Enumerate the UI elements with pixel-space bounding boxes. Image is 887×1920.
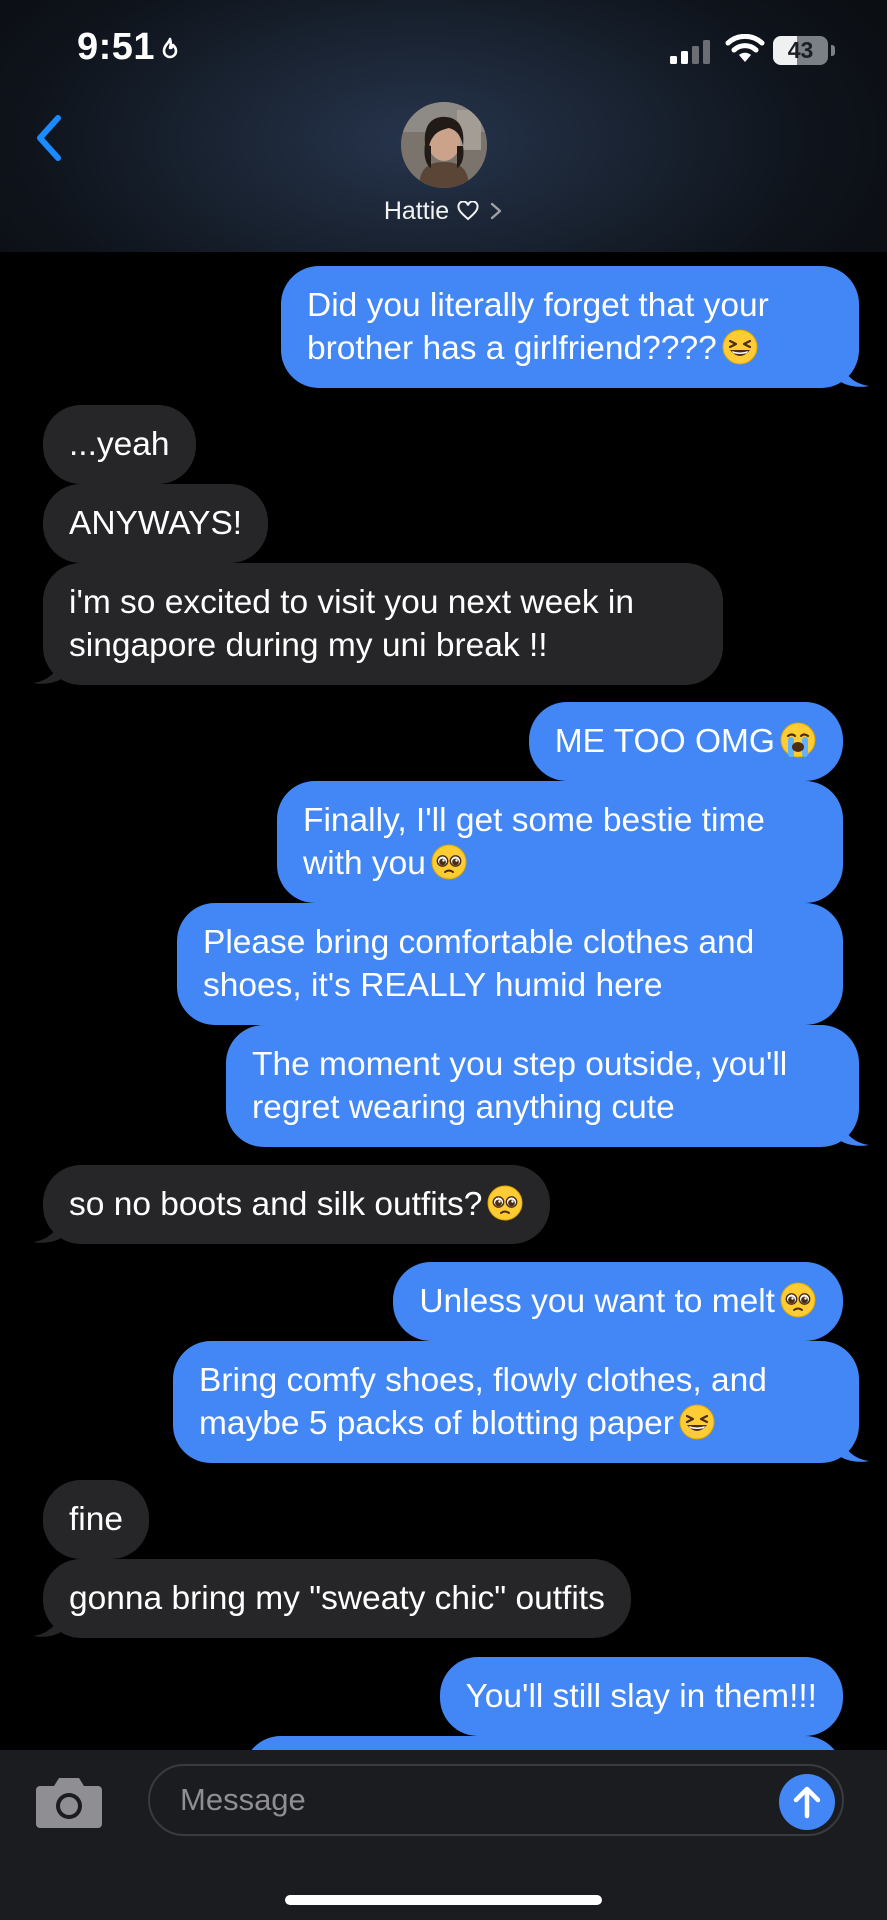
grinning-squinting-face-icon (674, 1404, 716, 1442)
message-bubble[interactable]: so no boots and silk outfits? (33, 1165, 551, 1244)
message-text: You'll still slay in them!!! (465, 1678, 817, 1715)
battery-indicator: 43 (773, 36, 835, 65)
message-text: so no boots and silk outfits? (69, 1186, 483, 1223)
camera-icon[interactable] (34, 1772, 104, 1830)
message-text: Finally, I'll get some bestie time with … (303, 802, 765, 882)
message-text: fine (69, 1501, 124, 1538)
bubble-tail (841, 1437, 869, 1462)
message-text: gonna bring my "sweaty chic" outfits (69, 1580, 605, 1617)
message-bubble[interactable]: ...yeah (43, 405, 196, 484)
cellular-signal-icon (670, 40, 710, 64)
bubble-tail (841, 362, 869, 387)
compose-bar: Message (0, 1750, 887, 1920)
back-chevron-icon[interactable] (30, 108, 70, 168)
message-text: ME TOO OMG (554, 723, 775, 760)
arrow-up-icon (793, 1786, 821, 1819)
wifi-icon (725, 34, 765, 62)
message-bubble[interactable]: i'm so excited to visit you next week in… (33, 563, 723, 685)
message-bubble[interactable]: The moment you step outside, you'll regr… (226, 1025, 869, 1147)
pleading-face-icon (426, 844, 468, 882)
battery-level: 43 (787, 37, 814, 63)
message-bubble[interactable]: fine (43, 1480, 150, 1559)
battery-cap (831, 45, 835, 56)
grinning-squinting-face-icon (717, 329, 759, 367)
pleading-face-icon (775, 1282, 817, 1320)
contact-name: Hattie (383, 196, 450, 225)
send-button[interactable] (779, 1774, 835, 1830)
message-bubble[interactable]: Please bring comfortable clothes and sho… (177, 903, 843, 1025)
message-bubble[interactable] (243, 1736, 843, 1750)
heart-icon (457, 201, 479, 221)
message-thread[interactable]: Did you literally forget that your broth… (0, 252, 887, 1750)
contact-name-row[interactable]: Hattie (0, 196, 887, 226)
message-bubble[interactable]: Unless you want to melt (393, 1262, 843, 1341)
battery-body: 43 (773, 36, 828, 65)
message-text: i'm so excited to visit you next week in… (69, 584, 634, 664)
status-time: 9:51 (77, 26, 156, 68)
message-text: Please bring comfortable clothes and sho… (203, 924, 755, 1004)
conversation-header: 9:51 43 Hattie (0, 0, 887, 252)
pleading-face-icon (482, 1185, 524, 1223)
message-bubble[interactable]: ME TOO OMG (528, 702, 843, 781)
message-bubble[interactable]: Bring comfy shoes, flowly clothes, and m… (173, 1341, 869, 1463)
message-bubble[interactable]: gonna bring my "sweaty chic" outfits (33, 1559, 631, 1638)
chevron-right-icon (490, 203, 502, 220)
message-text: Did you literally forget that your broth… (307, 287, 769, 367)
contact-avatar[interactable] (401, 102, 487, 188)
messages-screen: 9:51 43 Hattie Did you literally forget … (0, 0, 887, 1920)
home-indicator[interactable] (285, 1895, 602, 1905)
bubble-tail (33, 1218, 61, 1243)
loudly-crying-face-icon (775, 722, 817, 760)
bubble-tail (841, 1121, 869, 1146)
focus-mode-icon (162, 37, 178, 59)
message-bubble[interactable]: Finally, I'll get some bestie time with … (277, 781, 843, 903)
message-bubble[interactable]: ANYWAYS! (43, 484, 269, 563)
message-text: ANYWAYS! (69, 505, 243, 542)
message-text: ...yeah (69, 426, 170, 463)
message-text: The moment you step outside, you'll regr… (252, 1046, 788, 1126)
message-input[interactable]: Message (148, 1764, 844, 1836)
message-bubble[interactable]: Did you literally forget that your broth… (281, 266, 869, 388)
avatar-photo (401, 102, 487, 188)
bubble-tail (33, 659, 61, 684)
message-text: Unless you want to melt (419, 1283, 775, 1320)
bubble-tail (33, 1612, 61, 1637)
message-bubble[interactable]: You'll still slay in them!!! (439, 1657, 843, 1736)
